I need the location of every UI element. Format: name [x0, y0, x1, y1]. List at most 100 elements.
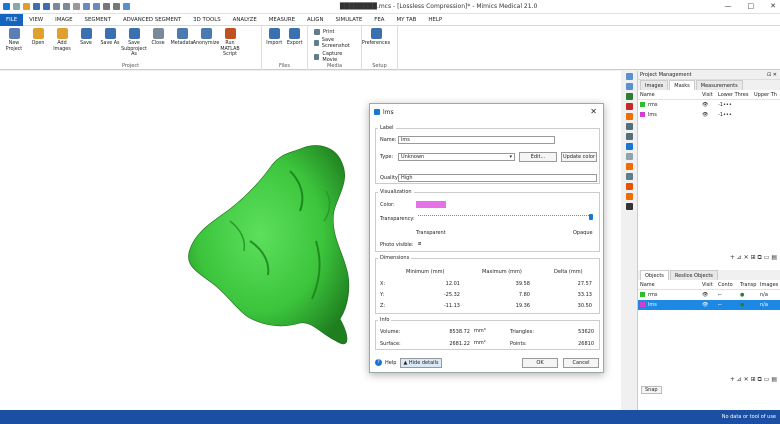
redo-icon[interactable] [63, 3, 70, 10]
transparency-label: Transparency: [380, 216, 415, 222]
capture-movie-button[interactable]: Capture Movie [314, 51, 355, 63]
transparency-dot[interactable]: ● [738, 290, 758, 300]
new-icon[interactable] [13, 3, 20, 10]
rms-mesh[interactable] [188, 145, 350, 345]
menu-tab-fea[interactable]: FEA [368, 14, 390, 26]
edit-button[interactable]: Edit... [519, 152, 557, 162]
tab-masks[interactable]: Masks [669, 80, 695, 90]
zoom-in-icon[interactable] [103, 3, 110, 10]
menu-tab-3d-tools[interactable]: 3D TOOLS [187, 14, 227, 26]
tab-measurements[interactable]: Measurements [695, 80, 743, 90]
photo-visible-icon[interactable]: ⧄ [418, 241, 421, 247]
cube-icon[interactable] [625, 143, 633, 150]
type-select[interactable]: Unknown ▾ [398, 153, 515, 161]
masks-col-name[interactable]: Name [638, 90, 700, 99]
dim-axis: Y: [380, 292, 385, 298]
snap-tab[interactable]: Snap [641, 386, 662, 394]
save-icon[interactable] [33, 3, 40, 10]
dialog-close-button[interactable]: ✕ [590, 107, 597, 116]
layout-icon[interactable] [625, 73, 633, 80]
eye-icon[interactable]: 👁 [700, 110, 716, 120]
objects-col-images[interactable]: Images [758, 280, 780, 289]
menu-tab-my-tab[interactable]: MY TAB [390, 14, 422, 26]
print-button[interactable]: Print [314, 29, 355, 35]
mask-row[interactable]: lms 👁 -1••• [638, 110, 780, 120]
masks-col-lower[interactable]: Lower Thres [716, 90, 752, 99]
ok-button[interactable]: OK [522, 358, 558, 368]
visibility-icon[interactable] [625, 173, 633, 180]
tab-reslice-objects[interactable]: Reslice Objects [669, 270, 718, 280]
menu-tab-advanced-segment[interactable]: ADVANCED SEGMENT [117, 14, 187, 26]
rotate-icon[interactable] [625, 133, 633, 140]
objects-table: rms 👁 ⌐ ● n/a lms 👁 ⌐ ● n/a [638, 290, 780, 310]
masks-toolbar[interactable]: + ⊿ ✕ ⊞ ⧉ ▭ ▤ [638, 254, 780, 262]
eye-icon[interactable]: 👁 [700, 290, 716, 300]
eye-icon[interactable]: 👁 [700, 300, 716, 310]
objects-col-name[interactable]: Name [638, 280, 700, 289]
masks-col-upper[interactable]: Upper Th [752, 90, 780, 99]
hide-details-button[interactable]: ▲ Hide details [400, 358, 442, 368]
objects-col-visible[interactable]: Visit [700, 280, 716, 289]
tab-images[interactable]: Images [640, 80, 669, 90]
pan-icon[interactable] [625, 123, 633, 130]
zoom-fit-icon[interactable] [123, 3, 130, 10]
objects-col-transp[interactable]: Transp [738, 280, 758, 289]
menu-tab-measure[interactable]: MEASURE [263, 14, 301, 26]
measure-icon[interactable] [625, 103, 633, 110]
menu-tab-file[interactable]: FILE [0, 13, 24, 26]
cancel-button[interactable]: Cancel [563, 358, 599, 368]
menu-tab-segment[interactable]: SEGMENT [79, 14, 117, 26]
annotate-icon[interactable] [625, 113, 633, 120]
transparency-dot[interactable]: ● [738, 300, 758, 310]
contour-icon[interactable]: ⌐ [716, 290, 738, 300]
pin-icon[interactable]: ⊡ ✕ [767, 71, 777, 80]
transparency-slider[interactable] [418, 214, 593, 220]
eye-icon[interactable]: 👁 [700, 100, 716, 110]
objects-col-contour[interactable]: Conto [716, 280, 738, 289]
movie-icon [314, 54, 320, 60]
object-row[interactable]: lms 👁 ⌐ ● n/a [638, 300, 780, 310]
copy-icon[interactable] [83, 3, 90, 10]
files-group: Import Export Files [262, 26, 308, 70]
axes-icon[interactable] [625, 183, 633, 190]
save-screenshot-button[interactable]: Save Screenshot [314, 37, 355, 49]
mask-color-swatch [640, 112, 645, 117]
open-icon[interactable] [23, 3, 30, 10]
color-icon[interactable] [625, 163, 633, 170]
menu-tab-view[interactable]: VIEW [23, 14, 49, 26]
objects-toolbar[interactable]: + ⊿ ✕ ⊞ ⧉ ▭ ▤ [638, 376, 780, 384]
menu-tab-align[interactable]: ALIGN [301, 14, 330, 26]
menu-tab-simulate[interactable]: SIMULATE [330, 14, 369, 26]
name-field[interactable]: lms [398, 136, 555, 144]
setup-group-label: Setup [372, 63, 387, 69]
quality-field[interactable]: High [398, 174, 597, 182]
undo-icon[interactable] [53, 3, 60, 10]
menu-tab-help[interactable]: HELP [422, 14, 448, 26]
tab-objects[interactable]: Objects [640, 270, 669, 280]
masks-table: rms 👁 -1••• lms 👁 -1••• [638, 100, 780, 120]
zoom-out-icon[interactable] [113, 3, 120, 10]
view-front-icon[interactable] [625, 93, 633, 100]
masks-col-visible[interactable]: Visit [700, 90, 716, 99]
visualization-section-title: Visualization [378, 189, 414, 195]
menu-tab-analyze[interactable]: ANALYZE [227, 14, 263, 26]
screenshot-view-icon[interactable] [625, 203, 633, 210]
close-window-button[interactable]: ✕ [770, 2, 776, 10]
clip-icon[interactable] [625, 193, 633, 200]
maximize-button[interactable]: □ [748, 2, 755, 10]
object-row[interactable]: rms 👁 ⌐ ● n/a [638, 290, 780, 300]
help-button[interactable]: ? Help [375, 359, 396, 366]
light-icon[interactable] [625, 153, 633, 160]
dimensions-section-title: Dimensions [378, 255, 412, 261]
cut-icon[interactable] [73, 3, 80, 10]
paste-icon[interactable] [93, 3, 100, 10]
color-swatch[interactable] [416, 201, 446, 208]
contour-icon[interactable]: ⌐ [716, 300, 738, 310]
update-color-button[interactable]: Update color [561, 152, 597, 162]
reset-view-icon[interactable] [625, 83, 633, 90]
save-as-icon[interactable] [43, 3, 50, 10]
minimize-button[interactable]: — [725, 2, 732, 10]
slider-thumb[interactable] [589, 214, 593, 220]
mask-row[interactable]: rms 👁 -1••• [638, 100, 780, 110]
menu-tab-image[interactable]: IMAGE [49, 14, 78, 26]
